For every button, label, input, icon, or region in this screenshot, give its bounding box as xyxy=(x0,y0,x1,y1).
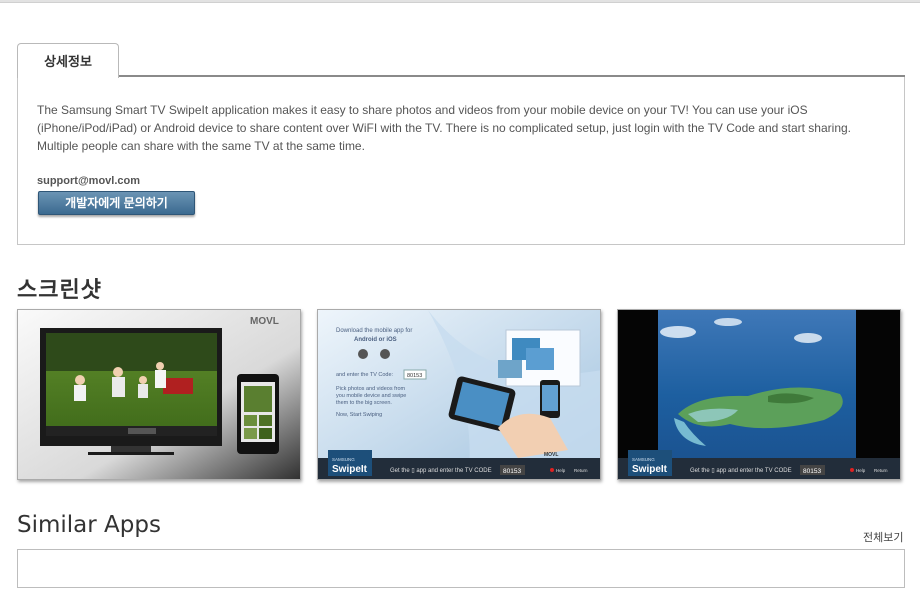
app-description: The Samsung Smart TV SwipeIt application… xyxy=(37,103,851,153)
screenshot-3-image: SAMSUNG SwipeIt Get the ▯ app and enter … xyxy=(618,310,900,479)
return-label: Return xyxy=(874,468,888,473)
screenshot-2-image: Download the mobile app for Android or i… xyxy=(318,310,600,479)
help-label: Help xyxy=(856,468,866,473)
tv-code-value: 80153 xyxy=(803,468,821,475)
promo-line-6: you mobile device and swipe xyxy=(336,393,406,399)
help-label: Help xyxy=(556,468,566,473)
detail-panel: The Samsung Smart TV SwipeIt application… xyxy=(17,77,905,245)
tab-details[interactable]: 상세정보 xyxy=(17,43,119,78)
promo-line-8: Now, Start Swiping xyxy=(336,412,382,418)
tv-code-value: 80153 xyxy=(503,468,521,475)
promo-line-3: and enter the TV Code: xyxy=(336,372,394,378)
swipeit-logo: SwipeIt xyxy=(332,464,368,475)
screenshot-thumbnail-3[interactable]: SAMSUNG SwipeIt Get the ▯ app and enter … xyxy=(617,309,901,480)
promo-line-7: them to the big screen. xyxy=(336,400,392,406)
tv-code-bar-text: Get the ▯ app and enter the TV CODE xyxy=(390,468,492,474)
samsung-label: SAMSUNG xyxy=(632,457,655,462)
screenshot-thumbnail-2[interactable]: Download the mobile app for Android or i… xyxy=(317,309,601,480)
detail-tabbar: 상세정보 xyxy=(17,43,905,78)
view-all-link[interactable]: 전체보기 xyxy=(863,529,903,545)
screenshots-title: 스크린샷 xyxy=(17,278,102,303)
screenshot-1-image: MOVL xyxy=(18,310,300,479)
movl-small-logo: MOVL xyxy=(544,452,558,458)
support-email: support@movl.com xyxy=(37,175,141,187)
similar-apps-list xyxy=(17,549,905,588)
promo-line-5: Pick photos and videos from xyxy=(336,386,406,392)
top-divider xyxy=(0,0,920,3)
swipeit-logo: SwipeIt xyxy=(632,464,668,475)
contact-developer-button[interactable]: 개발자에게 문의하기 xyxy=(38,191,195,215)
screenshot-thumbnail-1[interactable]: MOVL xyxy=(17,309,301,480)
movl-logo: MOVL xyxy=(250,316,279,327)
similar-apps-title: Similar Apps xyxy=(17,512,161,538)
promo-code: 80153 xyxy=(407,373,422,379)
return-label: Return xyxy=(574,468,588,473)
promo-line-2: Android or iOS xyxy=(354,337,397,343)
promo-line-1: Download the mobile app for xyxy=(336,328,412,334)
samsung-label: SAMSUNG xyxy=(332,457,355,462)
tv-code-bar-text: Get the ▯ app and enter the TV CODE xyxy=(690,468,792,474)
